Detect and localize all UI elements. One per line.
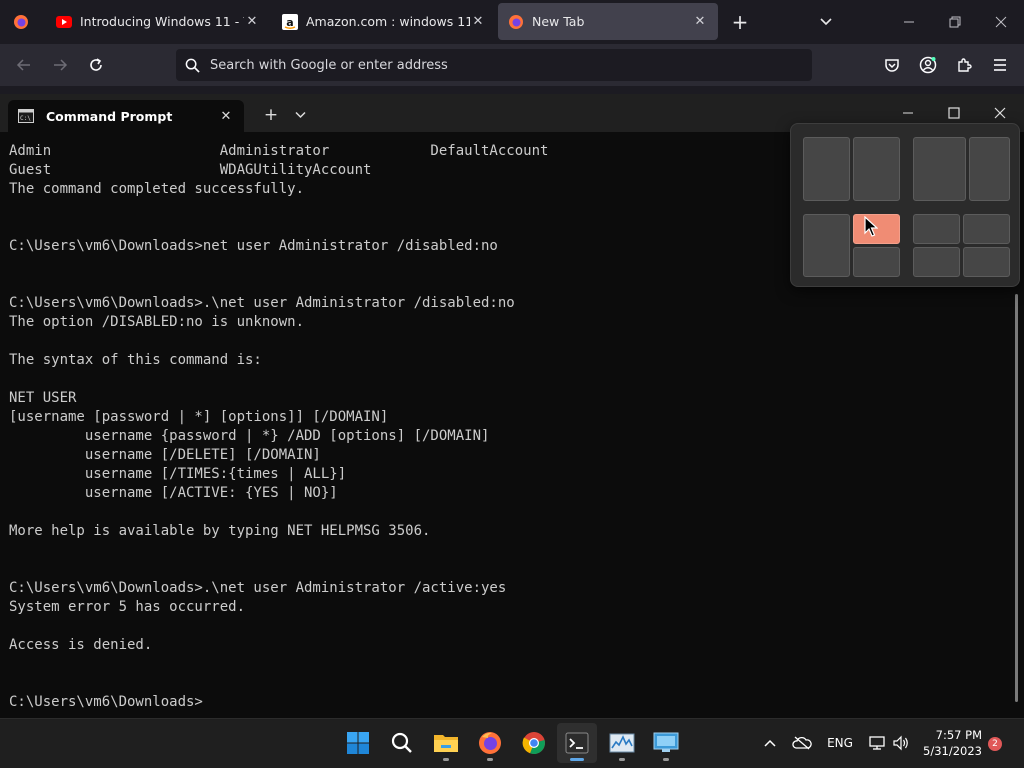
browser-close-icon[interactable]	[978, 0, 1024, 44]
address-bar[interactable]	[176, 49, 812, 81]
terminal-line: username [/TIMES:{times | ALL}]	[9, 466, 347, 482]
terminal-line: System error 5 has occurred.	[9, 599, 246, 615]
firefox-icon	[508, 14, 524, 30]
tab-title: Amazon.com : windows 11	[306, 14, 470, 29]
running-indicator	[443, 758, 449, 761]
terminal-line: Access is denied.	[9, 637, 153, 653]
browser-tab-strip: Introducing Windows 11 - YouTube ✕ a Ama…	[0, 0, 1024, 44]
snap-zone-quad-top-right[interactable]	[963, 214, 1010, 244]
terminal-line: C:\Users\vm6\Downloads>	[9, 694, 203, 710]
pocket-icon[interactable]	[877, 50, 907, 80]
terminal-line: username {password | *} /ADD [options] […	[9, 428, 490, 444]
file-explorer-icon[interactable]	[426, 723, 466, 763]
amazon-icon: a	[282, 13, 298, 30]
snap-zone-halves-right[interactable]	[853, 137, 900, 201]
firefox-view-icon[interactable]	[0, 0, 42, 44]
firefox-icon[interactable]	[470, 723, 510, 763]
terminal-line: username [/ACTIVE: {YES | NO}]	[9, 485, 338, 501]
terminal-scrollbar[interactable]	[1015, 294, 1018, 702]
search-icon	[176, 58, 208, 73]
notification-badge[interactable]: 2	[988, 737, 1002, 751]
youtube-icon	[56, 14, 72, 30]
new-terminal-tab-button[interactable]: +	[260, 104, 282, 126]
terminal-line: The syntax of this command is:	[9, 352, 262, 368]
snap-zone-bottom-right[interactable]	[853, 247, 900, 277]
terminal-dropdown-chevron-icon[interactable]	[290, 104, 310, 126]
browser-content-area	[0, 86, 1024, 94]
close-tab-icon[interactable]: ✕	[692, 14, 708, 30]
running-indicator	[487, 758, 493, 761]
clock-time: 7:57 PM	[935, 728, 982, 742]
svg-text:a: a	[286, 16, 293, 29]
browser-minimize-icon[interactable]	[886, 0, 932, 44]
back-arrow-icon[interactable]	[9, 50, 39, 80]
terminal-line: C:\Users\vm6\Downloads>.\net user Admini…	[9, 580, 507, 596]
system-clock[interactable]: 7:57 PM 5/31/2023	[918, 727, 982, 759]
new-tab-button[interactable]: +	[726, 8, 754, 36]
remote-desktop-icon[interactable]	[646, 723, 686, 763]
tab-title: Introducing Windows 11 - YouTube	[80, 14, 244, 29]
terminal-line: [username [password | *] [options]] [/DO…	[9, 409, 389, 425]
reload-icon[interactable]	[81, 50, 111, 80]
terminal-line: The option /DISABLED:no is unknown.	[9, 314, 305, 330]
terminal-line: NET USER	[9, 390, 77, 406]
snap-zone-quad-top-left[interactable]	[913, 214, 960, 244]
running-indicator	[619, 758, 625, 761]
browser-tab-amazon[interactable]: a Amazon.com : windows 11 ✕	[272, 3, 496, 40]
onedrive-offline-icon[interactable]	[790, 732, 814, 754]
close-tab-icon[interactable]: ✕	[470, 14, 486, 30]
show-hidden-icons-chevron-icon[interactable]	[760, 732, 780, 754]
language-indicator[interactable]: ENG	[822, 732, 858, 754]
tab-title: New Tab	[532, 14, 585, 29]
snap-zone-narrow-right[interactable]	[969, 137, 1010, 201]
browser-navigation-bar	[0, 44, 1024, 86]
url-input[interactable]	[208, 56, 792, 74]
task-manager-icon[interactable]	[602, 723, 642, 763]
hamburger-menu-icon[interactable]	[985, 50, 1015, 80]
browser-restore-icon[interactable]	[932, 0, 978, 44]
terminal-tab-title: Command Prompt	[46, 108, 173, 124]
snap-layouts-flyout	[790, 123, 1020, 287]
volume-icon[interactable]	[890, 732, 912, 754]
start-icon[interactable]	[338, 723, 378, 763]
snap-zone-quad-bottom-right[interactable]	[963, 247, 1010, 277]
snap-zone-left-column[interactable]	[803, 214, 850, 277]
running-indicator	[663, 758, 669, 761]
search-icon[interactable]	[382, 723, 422, 763]
account-icon[interactable]	[913, 50, 943, 80]
snap-zone-halves-left[interactable]	[803, 137, 850, 201]
browser-tab-youtube[interactable]: Introducing Windows 11 - YouTube ✕	[46, 3, 270, 40]
terminal-icon[interactable]	[557, 723, 597, 763]
taskbar: ENG 7:57 PM 5/31/2023 2	[0, 718, 1024, 768]
chrome-icon[interactable]	[514, 723, 554, 763]
close-tab-icon[interactable]: ✕	[244, 14, 260, 30]
forward-arrow-icon[interactable]	[45, 50, 75, 80]
terminal-line: username [/DELETE] [/DOMAIN]	[9, 447, 321, 463]
snap-zone-wide-left[interactable]	[913, 137, 966, 201]
command-prompt-icon: C:\	[18, 109, 34, 123]
terminal-line: More help is available by typing NET HEL…	[9, 523, 431, 539]
snap-zone-quad-bottom-left[interactable]	[913, 247, 960, 277]
extensions-puzzle-icon[interactable]	[949, 50, 979, 80]
mouse-cursor-icon	[864, 216, 878, 237]
close-tab-icon[interactable]: ✕	[218, 109, 234, 124]
terminal-tab-command-prompt[interactable]: C:\ Command Prompt ✕	[8, 100, 244, 132]
clock-date: 5/31/2023	[923, 744, 982, 758]
svg-text:C:\: C:\	[20, 115, 31, 122]
network-icon[interactable]	[866, 732, 888, 754]
list-all-tabs-chevron-icon[interactable]	[812, 8, 840, 36]
running-indicator	[570, 758, 584, 761]
terminal-line: C:\Users\vm6\Downloads>.\net user Admini…	[9, 295, 515, 311]
browser-tab-new-tab[interactable]: New Tab ✕	[498, 3, 718, 40]
